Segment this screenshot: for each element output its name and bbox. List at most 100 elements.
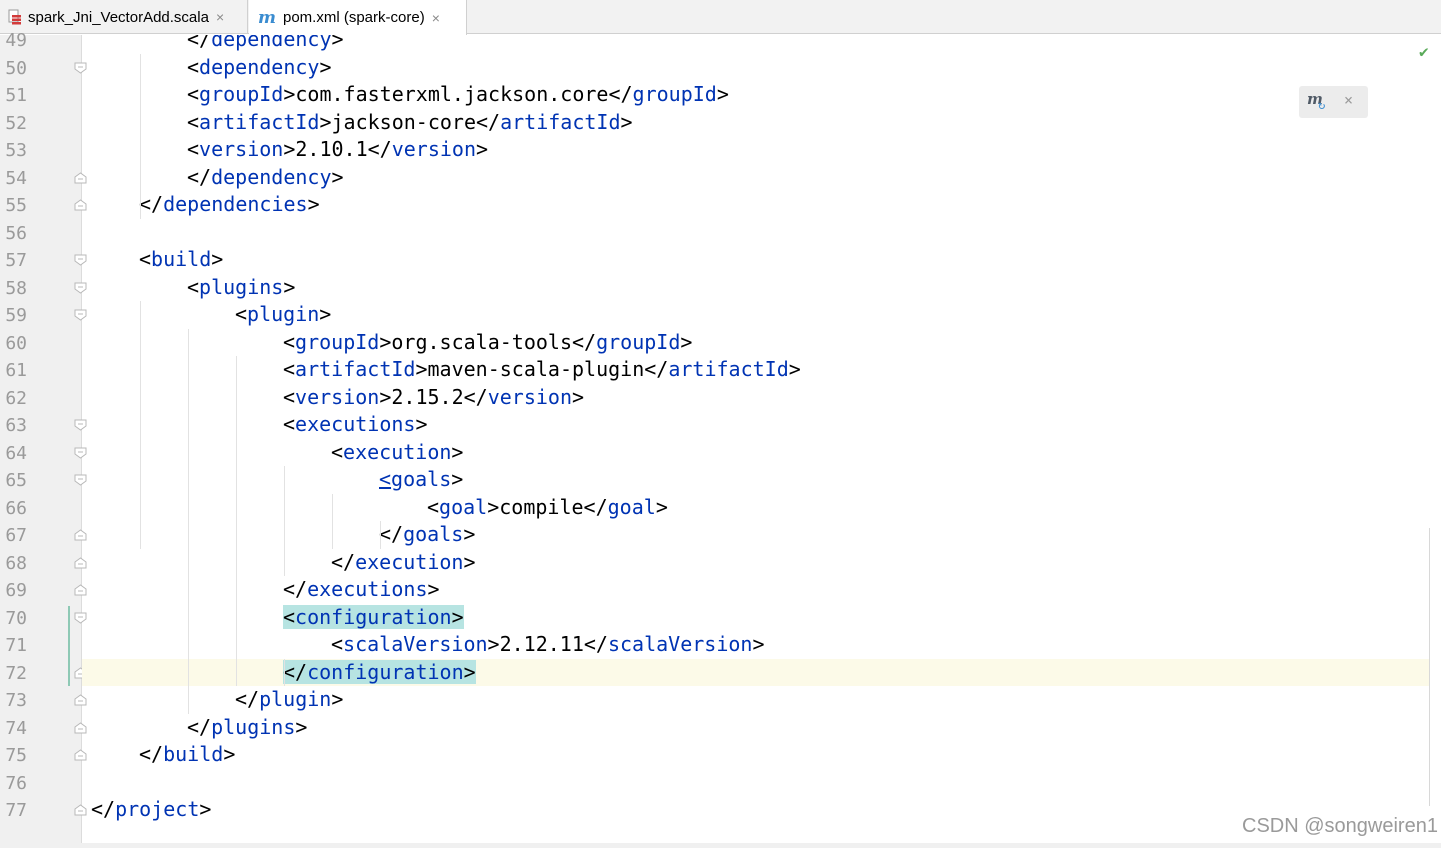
line-number: 52 — [5, 112, 27, 134]
xml-text: > — [283, 274, 296, 299]
code-text: <plugins> — [187, 274, 295, 302]
code-line[interactable]: </configuration> — [82, 658, 1441, 686]
line-number-gutter[interactable]: 49 50 51 52 53 54 55 56 57 58 59 60 61 62 63 64 65 66 67 68… — [0, 30, 87, 848]
code-line[interactable]: <plugins> — [82, 274, 1441, 302]
code-line[interactable]: <execution> — [82, 439, 1441, 467]
code-line[interactable]: </project> — [82, 796, 1441, 824]
code-line[interactable]: </goals> — [82, 521, 1441, 549]
xml-text: > — [476, 137, 489, 161]
code-line[interactable]: </plugins> — [82, 714, 1441, 742]
xml-tag-name: artifactId — [295, 357, 416, 381]
line-number: 54 — [5, 167, 27, 189]
code-line[interactable]: <artifactId>jackson-core</artifactId> — [82, 109, 1441, 137]
code-line[interactable]: <executions> — [82, 411, 1441, 439]
vertical-scrollbar[interactable] — [1429, 528, 1441, 806]
xml-text: </ — [379, 522, 404, 546]
line-number: 63 — [5, 415, 27, 436]
line-number: 74 — [5, 717, 27, 739]
xml-text: < — [235, 302, 248, 326]
xml-text: < — [379, 467, 392, 491]
code-line[interactable]: <groupId>com.fasterxml.jackson.core</gro… — [82, 81, 1441, 109]
code-text: <plugin> — [235, 301, 331, 329]
xml-text: > — [463, 549, 476, 574]
xml-text: < — [427, 494, 440, 519]
code-line[interactable]: <goals> — [82, 466, 1441, 494]
vcs-change-marker[interactable] — [68, 605, 70, 686]
xml-text: >maven-scala-plugin</ — [415, 357, 669, 381]
line-number: 73 — [5, 690, 27, 711]
xml-text: > — [620, 109, 633, 134]
xml-text: >org.scala-tools</ — [379, 329, 597, 354]
code-line[interactable]: </dependencies> — [82, 191, 1441, 219]
xml-text: > — [451, 439, 464, 464]
xml-text: </ — [139, 742, 164, 766]
xml-tag-name: artifactId — [199, 109, 320, 134]
maven-reload-popup[interactable]: m ↻ × — [1299, 86, 1368, 118]
code-line[interactable]: </dependency> — [82, 35, 1441, 54]
xml-text: > — [331, 35, 344, 51]
reload-icon[interactable]: ↻ — [1318, 98, 1325, 112]
code-line[interactable]: <version>2.15.2</version> — [82, 384, 1441, 412]
line-number: 64 — [5, 442, 27, 464]
xml-text: >2.15.2</ — [379, 384, 488, 409]
inspection-ok-icon[interactable]: ✔ — [1419, 42, 1429, 61]
xml-tag-name: dependency — [211, 164, 332, 189]
code-line[interactable]: </execution> — [82, 549, 1441, 577]
indent-guide — [140, 301, 141, 549]
code-text: <scalaVersion>2.12.11</scalaVersion> — [331, 631, 765, 659]
xml-tag-name: scalaVersion — [343, 632, 488, 656]
code-line[interactable]: <dependency> — [82, 54, 1441, 82]
xml-text: </ — [283, 659, 308, 684]
line-number: 76 — [5, 772, 27, 794]
xml-tag-name: build — [163, 742, 224, 766]
xml-text: >com.fasterxml.jackson.core</ — [283, 82, 633, 106]
code-line[interactable] — [82, 219, 1441, 247]
xml-text: </ — [187, 714, 212, 739]
xml-text: > — [427, 577, 440, 601]
tab-spark-jni-vectoradd[interactable]: spark_Jni_VectorAdd.scala × — [0, 0, 248, 34]
code-line[interactable]: <groupId>org.scala-tools</groupId> — [82, 329, 1441, 357]
line-number: 70 — [5, 607, 27, 629]
close-icon[interactable]: × — [1344, 91, 1353, 109]
line-number: 49 — [5, 30, 27, 51]
indent-guide — [140, 53, 141, 219]
xml-text: > — [223, 742, 236, 766]
code-line[interactable]: <scalaVersion>2.12.11</scalaVersion> — [82, 631, 1441, 659]
xml-text: < — [331, 632, 344, 656]
code-line[interactable]: </dependency> — [82, 164, 1441, 192]
line-number: 62 — [5, 387, 27, 409]
code-text: <groupId>com.fasterxml.jackson.core</gro… — [187, 81, 729, 109]
code-line[interactable] — [82, 769, 1441, 797]
xml-text: > — [211, 247, 224, 271]
line-number: 57 — [5, 250, 27, 271]
xml-tag-name: scalaVersion — [607, 632, 753, 656]
xml-tag-name: groupId — [632, 82, 717, 106]
code-line[interactable]: <version>2.10.1</version> — [82, 136, 1441, 164]
code-line[interactable]: <artifactId>maven-scala-plugin</artifact… — [82, 356, 1441, 384]
code-line[interactable]: </build> — [82, 741, 1441, 769]
indent-guide — [284, 658, 285, 686]
xml-text: < — [283, 412, 296, 436]
close-icon[interactable]: × — [216, 9, 224, 25]
code-line[interactable]: <plugin> — [82, 301, 1441, 329]
code-line[interactable]: <goal>compile</goal> — [82, 494, 1441, 522]
code-line[interactable]: </executions> — [82, 576, 1441, 604]
code-line[interactable]: <configuration> — [82, 604, 1441, 632]
line-number: 69 — [5, 580, 27, 601]
code-text: </executions> — [283, 576, 440, 604]
code-text: <goals> — [379, 466, 463, 494]
tab-pom-xml[interactable]: m pom.xml (spark-core) × — [249, 0, 467, 35]
code-line[interactable]: <build> — [82, 246, 1441, 274]
xml-text: < — [187, 137, 200, 161]
indent-guide — [380, 521, 381, 549]
line-number: 72 — [5, 662, 27, 684]
xml-text: > — [752, 632, 765, 656]
code-editor[interactable]: </dependency> <dependency> <groupId>com.fa… — [82, 35, 1441, 848]
xml-tag-name: execution — [343, 439, 452, 464]
code-line[interactable]: </plugin> — [82, 686, 1441, 714]
xml-tag-name: plugin — [259, 687, 332, 711]
xml-text: < — [283, 384, 296, 409]
xml-tag-name: configuration — [295, 604, 452, 629]
code-text: <groupId>org.scala-tools</groupId> — [283, 329, 692, 357]
close-icon[interactable]: × — [432, 10, 440, 26]
